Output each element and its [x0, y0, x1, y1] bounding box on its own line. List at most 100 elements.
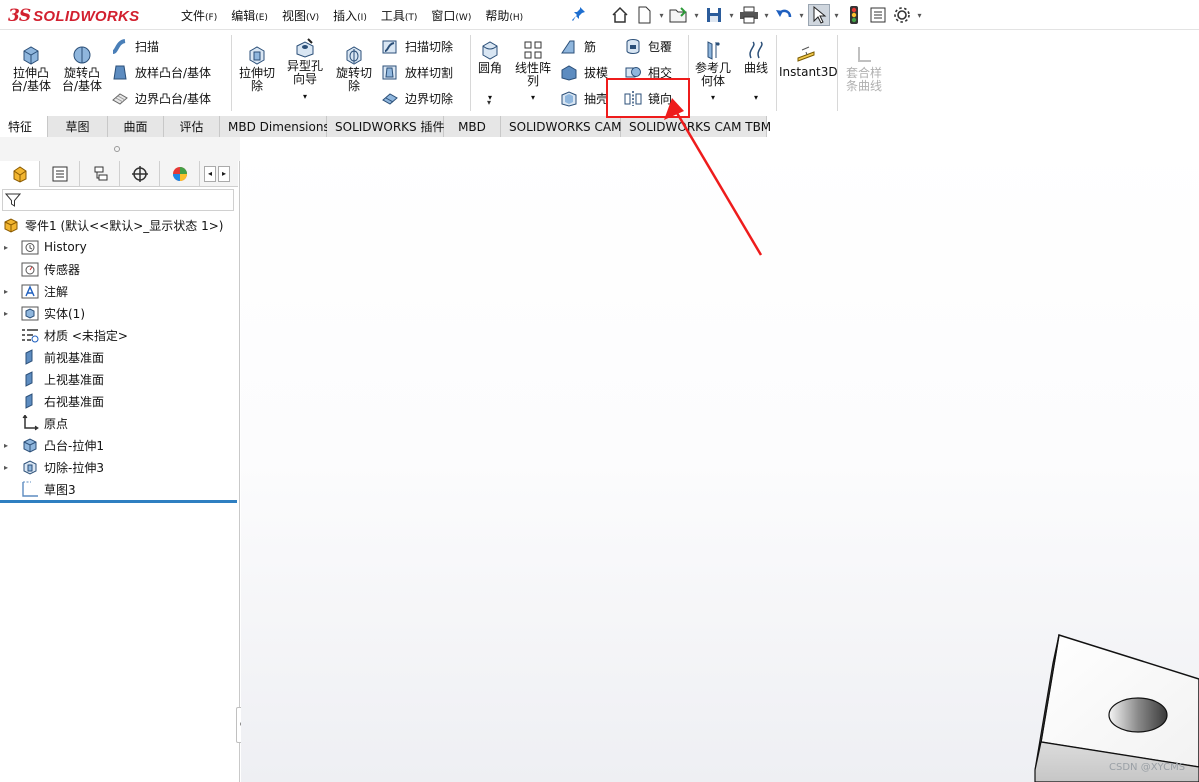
tree-root-part[interactable]: 零件1 (默认<<默认>_显示状态 1>): [2, 214, 223, 236]
property-manager-tab-icon[interactable]: [40, 161, 80, 187]
tree-filter-input[interactable]: [2, 189, 234, 211]
menu-insert-key: (I): [357, 12, 367, 23]
tree-item-front-plane[interactable]: 前视基准面: [0, 346, 104, 368]
tab-solidworks-cam[interactable]: SOLIDWORKS CAM: [501, 116, 621, 137]
menu-file[interactable]: 文件(F): [174, 7, 224, 24]
rollback-bar[interactable]: [0, 500, 237, 503]
menu-help[interactable]: 帮助(H): [478, 7, 530, 24]
tab-features[interactable]: 特征: [0, 116, 48, 137]
gear-icon[interactable]: [891, 4, 913, 26]
sketch-icon: [22, 481, 38, 497]
hole-wizard-dropdown-icon[interactable]: ▾: [283, 90, 327, 103]
wrap-button[interactable]: 包覆: [624, 38, 672, 55]
options-dropdown-icon[interactable]: ▾: [915, 11, 924, 20]
sweep-button[interactable]: 扫描: [111, 38, 159, 55]
ribbon-separator: [837, 35, 838, 111]
expand-icon[interactable]: ▸: [0, 463, 12, 472]
instant3d-button[interactable]: Instant3D: [779, 44, 838, 79]
tree-item-top-plane[interactable]: 上视基准面: [0, 368, 104, 390]
file-properties-icon[interactable]: [867, 4, 889, 26]
tree-item-right-plane[interactable]: 右视基准面: [0, 390, 104, 412]
feature-manager-tab-icon[interactable]: [0, 161, 40, 187]
linear-pattern-dropdown-icon[interactable]: ▾: [511, 91, 555, 104]
solidworks-logo[interactable]: 3S SOLIDWORKS: [8, 4, 151, 28]
draft-button[interactable]: 拔模: [560, 64, 608, 81]
tab-mbd-dimensions[interactable]: MBD Dimensions: [220, 116, 330, 137]
tree-item-cut-extrude3[interactable]: ▸ 切除-拉伸3: [0, 456, 104, 478]
tab-scroll-right-icon[interactable]: ▸: [218, 165, 230, 182]
tab-evaluate[interactable]: 评估: [164, 116, 220, 137]
extrude-boss-icon: [23, 46, 39, 65]
menu-edit[interactable]: 编辑(E): [224, 7, 275, 24]
boundary-cut-button[interactable]: 边界切除: [381, 90, 453, 107]
tree-item-label: 切除-拉伸3: [44, 460, 104, 475]
menu-tools[interactable]: 工具(T): [374, 7, 425, 24]
save-dropdown-icon[interactable]: ▾: [727, 11, 736, 20]
annotations-folder-icon: [21, 284, 39, 299]
tab-mbd[interactable]: MBD: [444, 116, 501, 137]
tree-item-history[interactable]: ▸ History: [0, 236, 87, 258]
tree-item-label: 右视基准面: [44, 394, 105, 409]
pin-icon[interactable]: [571, 5, 587, 23]
swept-cut-button[interactable]: 扫描切除: [381, 38, 453, 55]
tree-item-origin[interactable]: 原点: [0, 412, 68, 434]
fillet-button[interactable]: 圆角 ▾: [474, 40, 506, 104]
instant3d-icon: [797, 46, 815, 62]
tree-item-sketch3[interactable]: 草图3: [0, 478, 76, 500]
tab-solidworks-cam-tbm[interactable]: SOLIDWORKS CAM TBM: [621, 116, 771, 137]
graphics-area[interactable]: [241, 137, 1199, 782]
extrude-boss-button[interactable]: 拉伸凸 台/基体: [8, 45, 54, 93]
panel-grip[interactable]: [0, 137, 240, 161]
rib-button[interactable]: 筋: [560, 38, 596, 55]
select-dropdown-icon[interactable]: ▾: [832, 11, 841, 20]
linear-pattern-button[interactable]: 线性阵 列 ▾: [511, 40, 555, 104]
lofted-cut-button[interactable]: 放样切割: [381, 64, 453, 81]
print-dropdown-icon[interactable]: ▾: [762, 11, 771, 20]
home-icon[interactable]: [609, 4, 631, 26]
history-folder-icon: [21, 240, 39, 255]
expand-icon[interactable]: ▸: [0, 287, 12, 296]
new-dropdown-icon[interactable]: ▾: [657, 11, 666, 20]
reference-geometry-button[interactable]: 参考几 何体 ▾: [692, 40, 734, 104]
menu-insert[interactable]: 插入(I): [326, 7, 374, 24]
new-document-icon[interactable]: [633, 4, 655, 26]
revolve-cut-button[interactable]: 旋转切 除: [332, 45, 376, 93]
tree-item-annotations[interactable]: ▸ 注解: [0, 280, 68, 302]
extrude-cut-button[interactable]: 拉伸切 除: [235, 45, 279, 93]
expand-icon[interactable]: ▸: [0, 441, 12, 450]
menu-window[interactable]: 窗口(W): [424, 7, 478, 24]
save-icon[interactable]: [703, 4, 725, 26]
tree-item-sensors[interactable]: 传感器: [0, 258, 80, 280]
expand-icon[interactable]: ▸: [0, 243, 12, 252]
configuration-manager-tab-icon[interactable]: [80, 161, 120, 187]
tree-item-solid-bodies[interactable]: ▸ 实体(1): [0, 302, 85, 324]
undo-icon[interactable]: [773, 4, 795, 26]
shell-button[interactable]: 抽壳: [560, 90, 608, 107]
tree-item-boss-extrude1[interactable]: ▸ 凸台-拉伸1: [0, 434, 104, 456]
undo-dropdown-icon[interactable]: ▾: [797, 11, 806, 20]
select-cursor-icon[interactable]: [808, 4, 830, 26]
revolve-boss-button[interactable]: 旋转凸 台/基体: [59, 45, 105, 93]
panel-collapse-handle[interactable]: [114, 146, 120, 152]
loft-boss-button[interactable]: 放样凸台/基体: [111, 64, 211, 81]
dimxpert-manager-tab-icon[interactable]: [120, 161, 160, 187]
tab-surfaces[interactable]: 曲面: [108, 116, 164, 137]
menu-view[interactable]: 视图(V): [275, 7, 326, 24]
tab-scroll-left-icon[interactable]: ◂: [204, 165, 216, 182]
tab-sketch[interactable]: 草图: [48, 116, 108, 137]
display-manager-tab-icon[interactable]: [160, 161, 200, 187]
tree-item-material[interactable]: 材质 <未指定>: [0, 324, 128, 346]
open-dropdown-icon[interactable]: ▾: [692, 11, 701, 20]
open-folder-icon[interactable]: [668, 4, 690, 26]
part-model-block[interactable]: [1031, 627, 1199, 782]
expand-icon[interactable]: ▸: [0, 309, 12, 318]
hole-wizard-button[interactable]: 异型孔 向导 ▾: [283, 38, 327, 103]
reference-geometry-dropdown-icon[interactable]: ▾: [692, 91, 734, 104]
curves-button[interactable]: 曲线 ▾: [738, 40, 774, 104]
curves-dropdown-icon[interactable]: ▾: [738, 91, 774, 104]
tab-solidworks-addins[interactable]: SOLIDWORKS 插件: [327, 116, 444, 137]
boundary-boss-button[interactable]: 边界凸台/基体: [111, 90, 211, 107]
rebuild-icon[interactable]: [843, 4, 865, 26]
print-icon[interactable]: [738, 4, 760, 26]
pattern-dropdown-icon[interactable]: ▾: [487, 98, 491, 107]
